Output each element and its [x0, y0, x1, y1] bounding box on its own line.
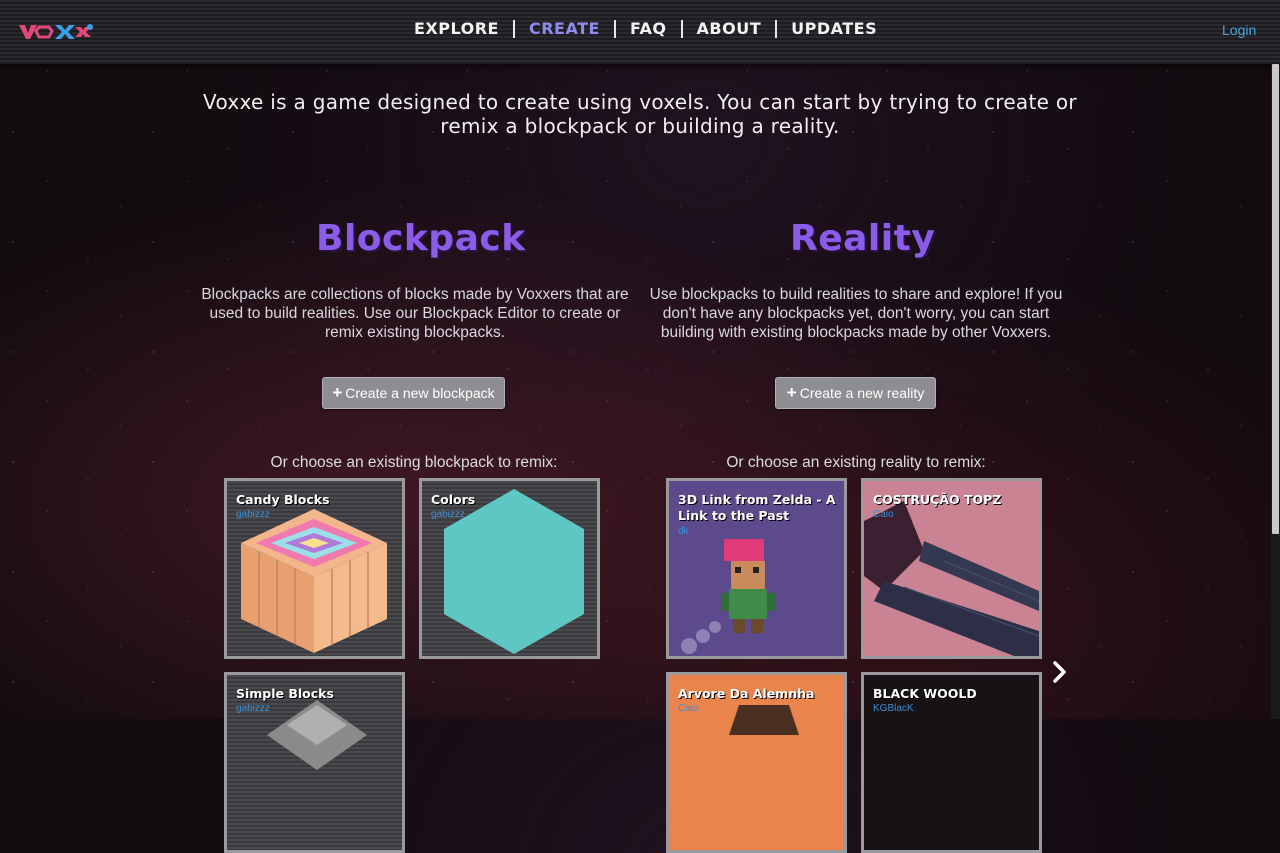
- reality-heading: Reality: [790, 218, 936, 259]
- nav-create[interactable]: CREATE: [515, 20, 616, 38]
- card-author[interactable]: dk: [678, 526, 689, 537]
- page-scrollbar-thumb[interactable]: [1272, 64, 1279, 534]
- card-title: Candy Blocks: [236, 492, 330, 507]
- main-nav: EXPLORE CREATE FAQ ABOUT UPDATES: [400, 20, 891, 38]
- intro-text: Voxxe is a game designed to create using…: [203, 90, 1077, 138]
- card-author[interactable]: Caio: [678, 703, 699, 714]
- create-reality-button[interactable]: + Create a new reality: [775, 377, 936, 409]
- reality-card-arvore-da-alemnha[interactable]: Arvore Da Alemnha Caio: [666, 672, 847, 853]
- plus-icon: +: [786, 383, 797, 402]
- nav-faq[interactable]: FAQ: [616, 20, 683, 38]
- create-blockpack-label: Create a new blockpack: [345, 385, 495, 401]
- reality-card-black-woold[interactable]: BLACK WOOLD KGBlacK: [861, 672, 1042, 853]
- card-title: Arvore Da Alemnha: [678, 686, 815, 701]
- card-title: 3D Link from Zelda - A Link to the Past: [678, 492, 836, 523]
- card-author[interactable]: Caio: [873, 509, 894, 520]
- top-navigation-bar: EXPLORE CREATE FAQ ABOUT UPDATES Login: [0, 0, 1280, 64]
- nav-updates[interactable]: UPDATES: [777, 20, 891, 38]
- card-author[interactable]: gabizzz: [431, 509, 465, 520]
- blockpack-card-colors[interactable]: Colors gabizzz: [419, 478, 600, 659]
- blockpack-card-candy-blocks[interactable]: Candy Blocks gabizzz: [224, 478, 405, 659]
- nav-explore[interactable]: EXPLORE: [400, 20, 515, 38]
- blockpack-choose-text: Or choose an existing blockpack to remix…: [270, 454, 558, 471]
- card-title: COSTRUÇÃO TOPZ: [873, 492, 1002, 507]
- chevron-right-icon[interactable]: [1052, 660, 1068, 684]
- blockpack-heading: Blockpack: [316, 218, 526, 259]
- card-title: Simple Blocks: [236, 686, 334, 701]
- voxxe-logo[interactable]: [19, 19, 95, 43]
- login-link[interactable]: Login: [1222, 22, 1256, 38]
- nav-about[interactable]: ABOUT: [683, 20, 778, 38]
- card-author[interactable]: gabizzz: [236, 703, 270, 714]
- card-author[interactable]: gabizzz: [236, 509, 270, 520]
- card-title: Colors: [431, 492, 476, 507]
- blockpack-description: Blockpacks are collections of blocks mad…: [201, 286, 629, 341]
- reality-choose-text: Or choose an existing reality to remix:: [726, 454, 986, 471]
- create-reality-label: Create a new reality: [799, 385, 925, 401]
- card-title: BLACK WOOLD: [873, 686, 977, 701]
- blockpack-card-simple-blocks[interactable]: Simple Blocks gabizzz: [224, 672, 405, 853]
- reality-card-costrucao-topz[interactable]: COSTRUÇÃO TOPZ Caio: [861, 478, 1042, 659]
- reality-card-3d-link[interactable]: 3D Link from Zelda - A Link to the Past …: [666, 478, 847, 659]
- card-author[interactable]: KGBlacK: [873, 703, 914, 714]
- reality-description: Use blockpacks to build realities to sha…: [649, 286, 1063, 341]
- create-blockpack-button[interactable]: + Create a new blockpack: [322, 377, 505, 409]
- plus-icon: +: [332, 383, 343, 402]
